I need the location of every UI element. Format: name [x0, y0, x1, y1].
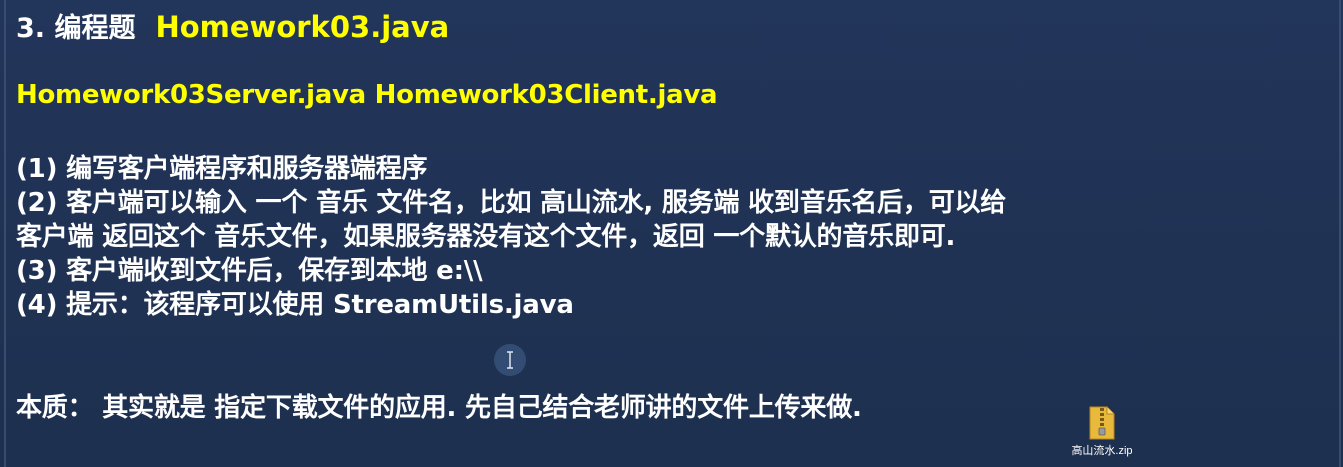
requirement-2: (2) 客户端可以输入 一个 音乐 文件名，比如 高山流水, 服务端 收到音乐名… — [16, 188, 1007, 218]
files-line: Homework03Server.java Homework03Client.j… — [16, 80, 718, 110]
requirement-1: (1) 编写客户端程序和服务器端程序 — [16, 154, 428, 184]
requirement-4: (4) 提示：该程序可以使用 StreamUtils.java — [16, 290, 574, 320]
slide: 3. 编程题 Homework03.java Homework03Server.… — [0, 0, 1343, 467]
right-frame-line — [1339, 0, 1341, 467]
zip-archive-icon — [1089, 406, 1115, 440]
title-label: 3. 编程题 — [16, 13, 136, 44]
zip-file[interactable]: 高山流水.zip — [1062, 406, 1142, 462]
left-frame-line — [4, 0, 6, 467]
text-cursor-icon — [494, 344, 526, 376]
title-row: 3. 编程题 Homework03.java — [16, 6, 449, 46]
essence-line: 本质： 其实就是 指定下载文件的应用. 先自己结合老师讲的文件上传来做. — [16, 393, 862, 423]
requirement-2-continued: 客户端 返回这个 音乐文件，如果服务器没有这个文件，返回 一个默认的音乐即可. — [16, 222, 956, 252]
zip-file-label: 高山流水.zip — [1071, 445, 1133, 457]
requirements-block: (1) 编写客户端程序和服务器端程序 (2) 客户端可以输入 一个 音乐 文件名… — [16, 152, 1316, 322]
title-file: Homework03.java — [155, 10, 450, 44]
requirement-3: (3) 客户端收到文件后，保存到本地 e:\\ — [16, 256, 483, 286]
